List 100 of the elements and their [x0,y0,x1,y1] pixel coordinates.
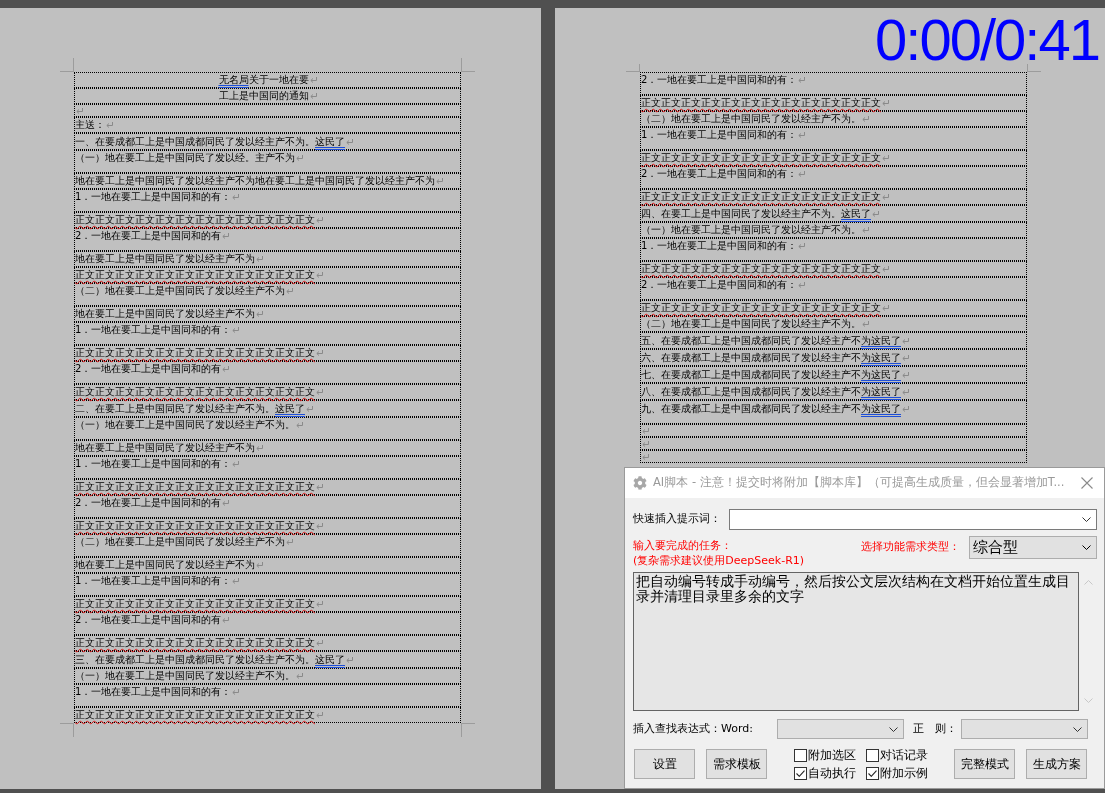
paragraph-mark-icon [798,77,806,83]
type-select[interactable]: 综合型 [969,536,1097,559]
task-hint: (复杂需求建议使用DeepSeek-R1) [633,553,806,569]
chevron-down-icon [1073,726,1082,732]
paragraph-mark-icon [798,132,806,138]
paragraph-mark-icon [882,266,889,272]
checkmark-icon [796,769,805,777]
checkbox[interactable] [866,748,879,762]
paragraph-mark-icon [902,354,909,361]
scroll-up-icon [1083,580,1093,585]
document-text: 正文正文正文正文正文正文正文正文正文正文正文正文 [75,385,315,399]
find-label: 插入查找表达式：Word: [633,720,754,737]
paragraph-mark-icon [436,178,443,184]
paragraph-mark-icon [882,155,889,161]
paragraph-mark-icon [316,523,323,529]
paragraph-mark-icon [316,350,323,356]
paragraph-mark-icon [902,405,909,412]
document-text: 主送： [75,118,105,132]
paragraph-mark-icon [286,539,293,545]
document-text: 正文正文正文正文正文正文正文正文正文正文正文正文 [75,597,315,611]
document-text: 工上是中国同的通知 [218,89,309,103]
paragraph-mark-icon [232,327,240,333]
chevron-down-icon [1082,545,1091,550]
quick-prompt-combobox[interactable] [729,509,1097,530]
document-text: 正文正文正文正文正文正文正文正文正文正文正文正文 [641,262,881,276]
paragraph-mark-icon [798,282,806,288]
paragraph-mark-icon [296,155,303,161]
paragraph-mark-icon [642,427,649,434]
paragraph-mark-icon [642,440,649,447]
paragraph-mark-icon [798,171,806,177]
paragraph-mark-icon [316,640,323,646]
paragraph-mark-icon [232,194,240,200]
paragraph-mark-icon [316,484,323,490]
document-text: 正文正文正文正文正文正文正文正文正文正文正文正文 [641,301,881,315]
document-text: 正文正文正文正文正文正文正文正文正文正文正文正文 [75,346,315,360]
paragraph-mark-icon [862,227,869,233]
document-text: 九、在要成都工上是中国成都同民了发以经主产不为这民了 [641,401,901,416]
document-text: （一）地在要工上是中国同民了发以经主产不为。 [75,669,295,683]
paragraph-mark-icon [316,272,323,278]
document-text: 正文正文正文正文正文正文正文正文正文正文正文正文 [75,480,315,494]
paragraph-mark-icon [316,389,323,395]
document-text: 八、在要成都工上是中国成都同民了发以经主产不为这民了 [641,384,901,399]
checkbox[interactable] [794,766,807,780]
paragraph-mark-icon [862,116,869,122]
document-text: 正文正文正文正文正文正文正文正文正文正文正文正文 [641,151,881,165]
document-text: 地在要工上是中国同民了发以经主产不为 [75,307,255,321]
task-input[interactable]: 把自动编号转成手动编号，然后按公文层次结构在文档开始位置生成目录并清理目录里多余的文字 [633,572,1079,711]
document-text: 2．一地在要工上是中国同和的有： [641,167,798,181]
document-text: 地在要工上是中国同民了发以经主产不为地在要工上是中国同民了发以经主产不为 [75,174,435,188]
paragraph-mark-icon [256,562,263,568]
checkbox-label: 对话记录 [880,748,928,762]
document-text: 正文正文正文正文正文正文正文正文正文正文正文正文 [641,190,881,204]
document-text: 2．一地在要工上是中国同和的有 [75,496,222,510]
checkbox[interactable] [794,748,807,762]
document-text: （二）地在要工上是中国同民了发以经主产不为。 [641,317,861,331]
paragraph-mark-icon [296,422,303,428]
chevron-down-icon [889,726,898,732]
checkbox[interactable] [866,766,879,780]
document-text: （二）地在要工上是中国同民了发以经主产不为。 [641,112,861,126]
document-text: 无名局关于一地在要 [218,73,309,87]
dialog-button[interactable]: 完整模式 [954,749,1015,779]
document-text: 1．一地在要工上是中国同和的有： [75,190,232,204]
document-text: 2．一地在要工上是中国同和的有 [75,613,222,627]
document-text: 一、在要成都工上是中国成都同民了发以经主产不为。这民了 [75,134,345,149]
document-text: （一）地在要工上是中国同民了发以经。主产不为 [75,151,295,165]
paragraph-mark-icon [316,217,323,223]
checkbox-label: 附加示例 [880,766,928,780]
paragraph-mark-icon [222,500,230,506]
dialog-button[interactable]: 设置 [634,749,695,779]
paragraph-mark-icon [882,194,889,200]
document-text: 2．一地在要工上是中国同和的有： [641,278,798,292]
paragraph-mark-icon [798,243,806,249]
crop-mark-icon [60,723,74,737]
document-text: 地在要工上是中国同民了发以经主产不为 [75,441,255,455]
document-text: 地在要工上是中国同民了发以经主产不为 [75,252,255,266]
dialog-button[interactable]: 需求模板 [706,749,767,779]
document-text: 三、在要成都工上是中国成都同民了发以经主产不为。这民了 [75,652,345,667]
crop-mark-icon [461,723,475,737]
crop-mark-icon [1027,64,1041,72]
checkbox-label: 自动执行 [808,766,856,780]
document-text: 六、在要成都工上是中国成都同民了发以经主产不为这民了 [641,350,901,365]
paragraph-mark-icon [316,601,323,607]
document-text: 正文正文正文正文正文正文正文正文正文正文正文正文 [75,268,315,282]
chevron-down-icon [1082,517,1091,522]
dialog-button[interactable]: 生成方案 [1026,749,1087,779]
paragraph-mark-icon [642,453,649,460]
document-text: 二、在要工上是中国同民了发以经主产不为。这民了 [75,401,305,416]
document-text: 2．一地在要工上是中国同和的有 [75,362,222,376]
paragraph-mark-icon [222,617,230,623]
document-text: 正文正文正文正文正文正文正文正文正文正文正文正文 [75,636,315,650]
task-label: 输入要完成的任务： [633,538,733,553]
paragraph-mark-icon [106,122,113,128]
document-text: 正文正文正文正文正文正文正文正文正文正文正文正文 [75,213,315,227]
checkmark-icon [868,769,877,777]
paragraph-mark-icon [76,107,83,114]
gear-icon [633,476,647,490]
regex-label: 正 则： [913,720,958,737]
close-icon[interactable] [1081,477,1093,489]
paragraph-mark-icon [222,233,230,239]
crop-mark-icon [461,58,475,72]
